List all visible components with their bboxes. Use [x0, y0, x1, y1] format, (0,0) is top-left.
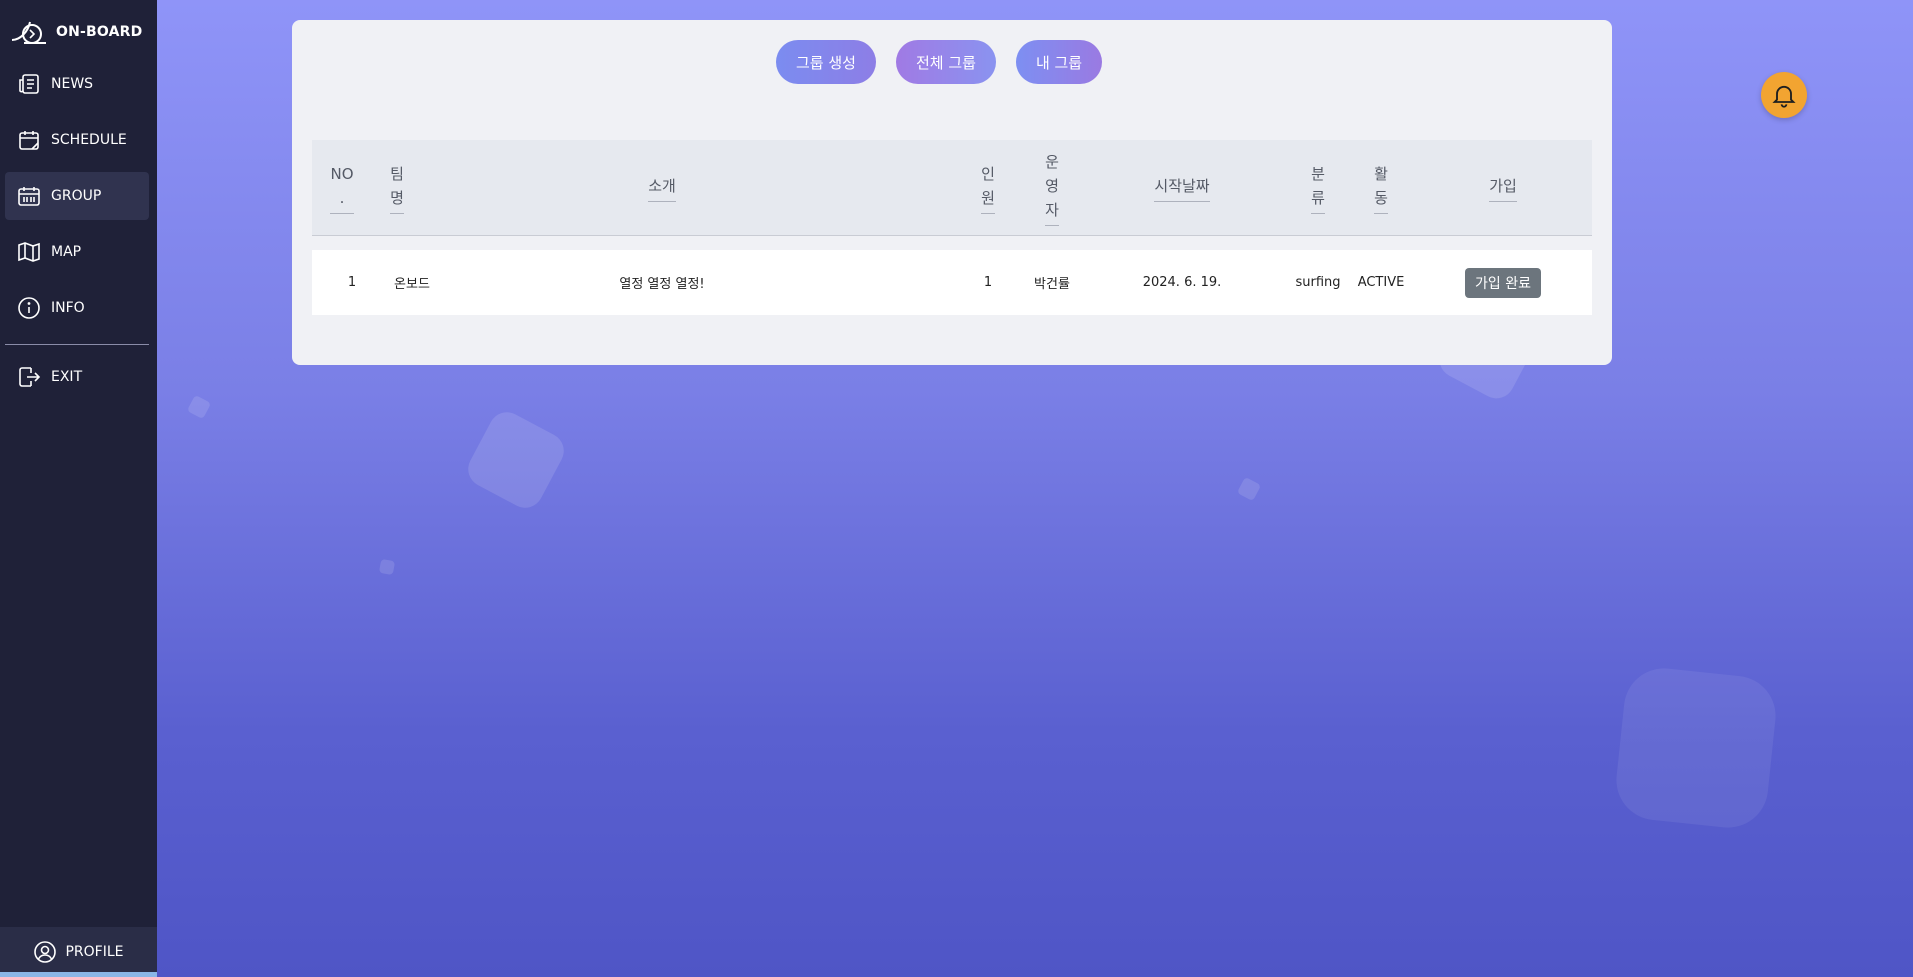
tab-all-groups[interactable]: 전체 그룹 — [895, 40, 996, 84]
notification-button[interactable] — [1761, 72, 1807, 118]
cell-category: surfing — [1295, 275, 1341, 290]
sidebar-item-label: SCHEDULE — [51, 132, 127, 148]
cell-team: 온보드 — [394, 277, 430, 292]
join-status-button[interactable]: 가입 완료 — [1465, 267, 1541, 298]
decor-shape — [1236, 476, 1262, 502]
brand[interactable]: ON-BOARD — [10, 16, 142, 48]
profile-button[interactable]: PROFILE — [0, 927, 157, 977]
tab-my-groups[interactable]: 내 그룹 — [1015, 40, 1103, 84]
profile-label: PROFILE — [65, 944, 124, 960]
header-join[interactable]: 가입 — [1478, 140, 1528, 235]
sidebar-item-news[interactable]: NEWS — [5, 60, 149, 108]
calendar-icon — [19, 131, 39, 150]
cell-owner: 박건률 — [1034, 277, 1070, 292]
cell-start-date: 2024. 6. 19. — [1142, 275, 1222, 290]
header-intro[interactable]: 소개 — [612, 140, 712, 235]
decor-shape — [1612, 664, 1780, 832]
bell-icon — [1772, 85, 1796, 108]
header-category[interactable]: 분 류 — [1302, 140, 1334, 235]
exit-icon — [19, 367, 41, 387]
sidebar-item-group[interactable]: GROUP — [5, 172, 149, 220]
sidebar-item-label: GROUP — [51, 188, 102, 204]
sidebar-item-schedule[interactable]: SCHEDULE — [5, 116, 149, 164]
header-start-date[interactable]: 시작날짜 — [1142, 140, 1222, 235]
user-circle-icon — [34, 941, 57, 963]
cell-join: 가입 완료 — [1443, 250, 1563, 315]
header-members[interactable]: 인 원 — [972, 140, 1004, 235]
map-icon — [18, 242, 40, 262]
profile-strip — [0, 972, 157, 977]
sidebar-item-label: INFO — [51, 300, 85, 316]
news-icon — [19, 74, 39, 94]
group-list-card: 그룹 생성 전체 그룹 내 그룹 NO . 팀 명 소개 인 원 운 영 자 시… — [292, 20, 1612, 365]
header-owner[interactable]: 운 영 자 — [1036, 140, 1068, 235]
info-icon — [18, 297, 40, 319]
sidebar-item-label: NEWS — [51, 76, 94, 92]
decor-shape — [461, 405, 571, 515]
sidebar-item-label: MAP — [51, 244, 82, 260]
group-tabs: 그룹 생성 전체 그룹 내 그룹 — [776, 40, 1103, 84]
logo-icon — [11, 21, 46, 44]
header-no[interactable]: NO . — [322, 140, 362, 235]
cell-no: 1 — [347, 275, 357, 290]
cell-members: 1 — [983, 275, 993, 290]
sidebar-item-label: EXIT — [51, 369, 83, 385]
decor-shape — [378, 558, 396, 576]
group-icon — [18, 187, 40, 206]
table-header: NO . 팀 명 소개 인 원 운 영 자 시작날짜 분 류 활 동 가입 — [312, 140, 1592, 236]
cell-activity: ACTIVE — [1357, 275, 1405, 290]
table-row: 1 온보드 열정 열정 열정! 1 박건률 2024. 6. 19. surfi… — [312, 250, 1592, 315]
tab-create-group[interactable]: 그룹 생성 — [776, 40, 876, 84]
sidebar-item-info[interactable]: INFO — [5, 284, 149, 332]
sidebar-item-map[interactable]: MAP — [5, 228, 149, 276]
sidebar-divider — [5, 344, 149, 345]
sidebar: ON-BOARD NEWS SCHEDULE GROUP MAP INFO EX… — [0, 0, 157, 977]
header-team[interactable]: 팀 명 — [382, 140, 412, 235]
sidebar-item-exit[interactable]: EXIT — [5, 353, 149, 401]
header-activity[interactable]: 활 동 — [1365, 140, 1397, 235]
decor-shape — [186, 394, 212, 420]
brand-name: ON-BOARD — [56, 24, 143, 40]
cell-intro: 열정 열정 열정! — [619, 277, 705, 292]
